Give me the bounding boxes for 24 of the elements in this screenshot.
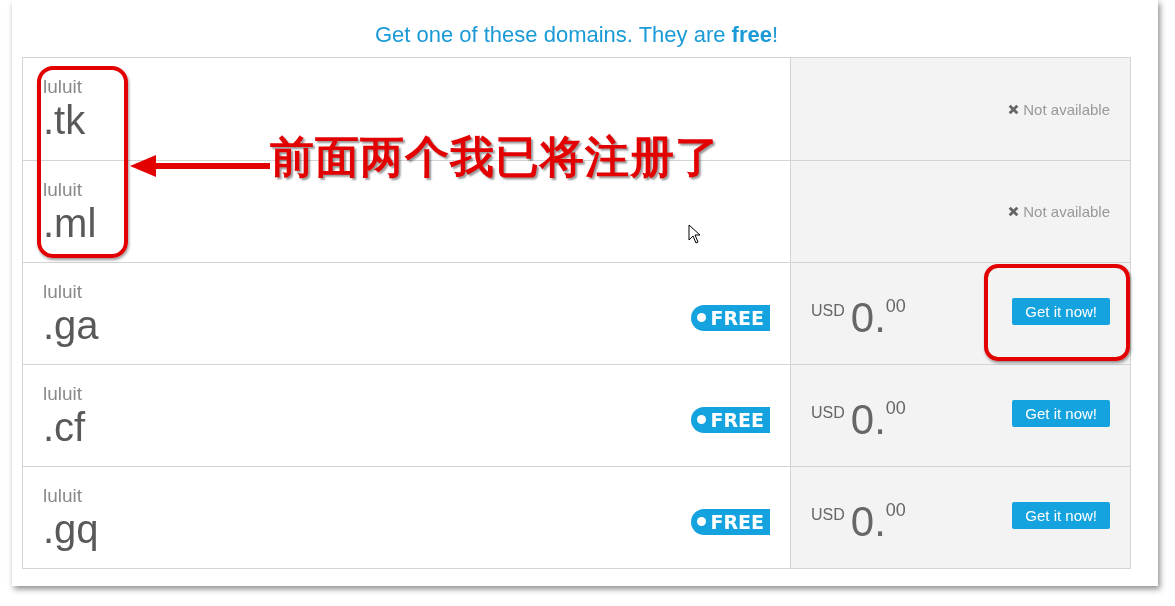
mouse-cursor-icon [688, 224, 701, 244]
free-badge: FREE [691, 406, 770, 433]
page-heading: Get one of these domains. They are free! [373, 21, 780, 49]
domain-name: luluit [43, 280, 84, 303]
get-it-now-button[interactable]: Get it now! [1012, 298, 1110, 325]
domain-name: luluit [43, 484, 84, 507]
get-it-now-button[interactable]: Get it now! [1012, 400, 1110, 427]
domain-extension: .cf [43, 404, 86, 449]
domain-extension: .ga [43, 302, 99, 347]
domain-extension: .gq [43, 506, 99, 551]
domain-name: luluit [43, 382, 84, 405]
get-it-now-button[interactable]: Get it now! [1012, 502, 1110, 529]
close-icon [1008, 206, 1020, 217]
annotation-note: 前面两个我已将注册了 [270, 130, 720, 184]
domain-name: luluit [43, 178, 84, 201]
arrow-icon [130, 153, 270, 179]
availability-status: Not available [1008, 100, 1110, 118]
domain-extension: .ml [43, 200, 97, 245]
availability-status: Not available [1008, 203, 1110, 220]
free-badge: FREE [691, 304, 770, 331]
close-icon [1008, 103, 1020, 115]
domain-extension: .tk [43, 98, 86, 142]
free-badge: FREE [691, 508, 770, 535]
domain-name: luluit [43, 76, 84, 98]
